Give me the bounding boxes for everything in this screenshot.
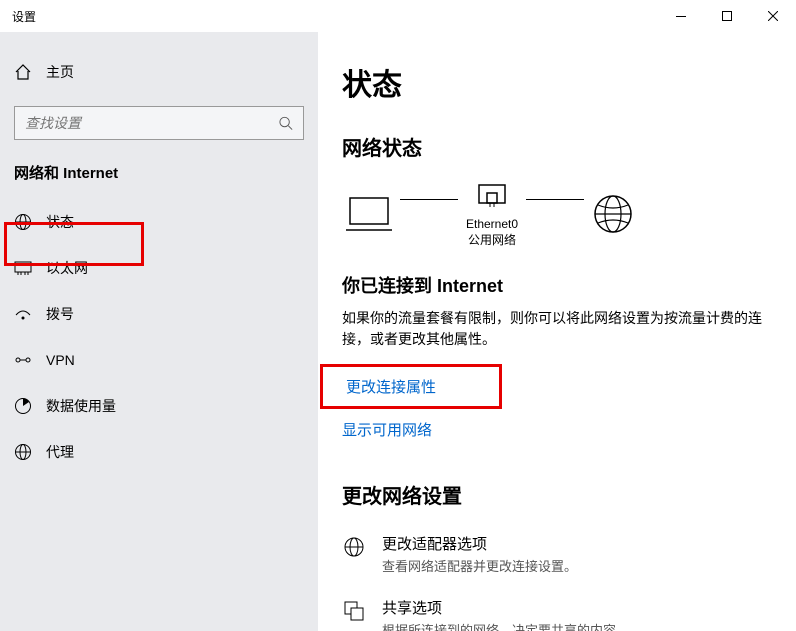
home-icon (14, 63, 32, 81)
close-icon (768, 11, 778, 21)
adapter-name: Ethernet0 (466, 217, 518, 233)
sidebar-home[interactable]: 主页 (0, 52, 318, 92)
change-connection-properties-link[interactable]: 更改连接属性 (346, 376, 436, 397)
page-title: 状态 (342, 60, 766, 104)
option-title: 共享选项 (382, 597, 629, 618)
window-title: 设置 (0, 8, 36, 25)
sidebar-item-label: 状态 (46, 212, 74, 232)
ethernet-icon (14, 259, 32, 277)
option-title: 更改适配器选项 (382, 533, 577, 554)
window-controls (658, 0, 796, 32)
adapter-icon (475, 179, 509, 213)
sidebar-item-proxy[interactable]: 代理 (0, 429, 318, 475)
option-adapter[interactable]: 更改适配器选项 查看网络适配器并更改连接设置。 (342, 533, 766, 575)
sidebar-item-label: 以太网 (46, 258, 88, 278)
sidebar-item-vpn[interactable]: VPN (0, 337, 318, 383)
close-button[interactable] (750, 0, 796, 32)
sidebar-item-dialup[interactable]: 拨号 (0, 291, 318, 337)
maximize-button[interactable] (704, 0, 750, 32)
data-usage-icon (14, 397, 32, 415)
sidebar-item-label: 代理 (46, 442, 74, 462)
network-diagram: Ethernet0 公用网络 (342, 179, 766, 248)
vpn-icon (14, 351, 32, 369)
sidebar-home-label: 主页 (46, 62, 74, 82)
sidebar-item-datausage[interactable]: 数据使用量 (0, 383, 318, 429)
main-content: 状态 网络状态 Ethernet0 公用网络 你已连接到 Internet (318, 32, 796, 631)
sidebar-item-label: 拨号 (46, 304, 74, 324)
option-sub: 查看网络适配器并更改连接设置。 (382, 556, 577, 575)
sidebar-item-status[interactable]: 状态 (0, 199, 318, 245)
sidebar-item-label: VPN (46, 352, 75, 368)
network-type: 公用网络 (466, 233, 518, 249)
connected-heading: 你已连接到 Internet (342, 272, 766, 298)
proxy-icon (14, 443, 32, 461)
dialup-icon (14, 305, 32, 323)
connected-description: 如果你的流量套餐有限制，则你可以将此网络设置为按流量计费的连接，或者更改其他属性… (342, 308, 766, 350)
sidebar-item-ethernet[interactable]: 以太网 (0, 245, 318, 291)
network-status-heading: 网络状态 (342, 132, 766, 161)
option-sharing[interactable]: 共享选项 根据所连接到的网络，决定要共享的内容。 (342, 597, 766, 631)
search-box[interactable] (14, 106, 304, 140)
internet-globe-icon (592, 193, 634, 235)
sharing-icon (342, 599, 366, 623)
globe-icon (14, 213, 32, 231)
adapter-options-icon (342, 535, 366, 559)
sidebar-item-label: 数据使用量 (46, 396, 116, 416)
computer-icon (346, 194, 392, 234)
show-available-networks-link[interactable]: 显示可用网络 (342, 419, 432, 440)
search-input[interactable] (25, 115, 278, 131)
sidebar: 主页 网络和 Internet 状态 以太网 拨号 (0, 32, 318, 631)
change-settings-heading: 更改网络设置 (342, 480, 766, 509)
minimize-button[interactable] (658, 0, 704, 32)
minimize-icon (676, 16, 686, 17)
sidebar-section-title: 网络和 Internet (0, 162, 318, 183)
maximize-icon (722, 11, 732, 21)
search-icon (278, 115, 293, 131)
option-sub: 根据所连接到的网络，决定要共享的内容。 (382, 620, 629, 631)
titlebar: 设置 (0, 0, 796, 32)
